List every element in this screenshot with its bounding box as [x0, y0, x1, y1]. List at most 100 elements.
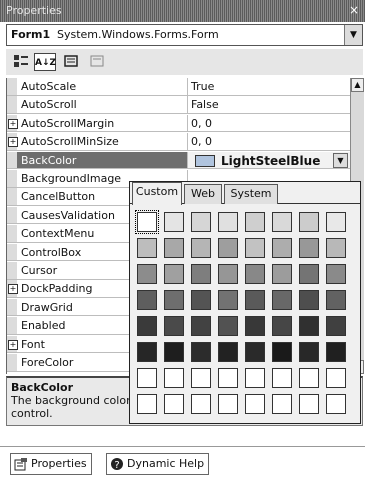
color-swatch[interactable] [218, 394, 238, 414]
color-swatch[interactable] [164, 212, 184, 232]
color-swatch[interactable] [164, 368, 184, 388]
expand-icon[interactable]: + [8, 284, 18, 295]
alphabetical-button[interactable]: A↓Z [34, 53, 56, 71]
color-swatch[interactable] [272, 238, 292, 258]
color-swatch[interactable] [299, 290, 319, 310]
color-swatch[interactable] [326, 290, 346, 310]
events-icon[interactable] [86, 53, 108, 71]
color-swatch[interactable] [191, 342, 211, 362]
color-swatch[interactable] [272, 316, 292, 336]
color-swatch[interactable] [137, 316, 157, 336]
expand-icon[interactable]: + [8, 339, 18, 350]
color-swatch[interactable] [218, 342, 238, 362]
tab-system[interactable]: System [224, 184, 278, 204]
color-swatch[interactable] [191, 394, 211, 414]
color-swatch[interactable] [191, 212, 211, 232]
color-swatch[interactable] [191, 238, 211, 258]
property-row[interactable]: AutoScroll False [7, 96, 350, 114]
color-swatch[interactable] [191, 368, 211, 388]
color-swatch[interactable] [272, 394, 292, 414]
color-swatch[interactable] [137, 368, 157, 388]
color-swatch[interactable] [245, 264, 265, 284]
color-swatch[interactable] [245, 316, 265, 336]
color-swatch[interactable] [245, 342, 265, 362]
object-selector[interactable]: Form1 System.Windows.Forms.Form ▼ [6, 24, 363, 46]
color-swatch[interactable] [164, 394, 184, 414]
color-swatch[interactable] [164, 316, 184, 336]
color-swatch[interactable] [245, 368, 265, 388]
color-swatch[interactable] [299, 342, 319, 362]
color-swatch[interactable] [218, 290, 238, 310]
color-swatch[interactable] [299, 394, 319, 414]
color-swatch[interactable] [164, 264, 184, 284]
color-swatch[interactable] [326, 394, 346, 414]
tab-web[interactable]: Web [184, 184, 222, 204]
color-swatch[interactable] [191, 264, 211, 284]
property-value[interactable]: 0, 0 [191, 135, 212, 148]
column-separator [187, 78, 188, 95]
color-swatch[interactable] [218, 368, 238, 388]
color-swatch[interactable] [299, 212, 319, 232]
properties-icon [14, 458, 27, 471]
color-swatch[interactable] [218, 212, 238, 232]
property-row[interactable]: AutoScale True [7, 78, 350, 96]
color-swatch[interactable] [135, 210, 159, 234]
property-row[interactable]: + AutoScrollMargin 0, 0 [7, 114, 350, 133]
color-swatch[interactable] [326, 212, 346, 232]
categorized-icon[interactable] [10, 53, 32, 71]
color-swatch[interactable] [272, 290, 292, 310]
color-swatch[interactable] [272, 342, 292, 362]
color-swatch[interactable] [245, 238, 265, 258]
color-swatch[interactable] [299, 316, 319, 336]
color-swatch[interactable] [272, 264, 292, 284]
color-picker-popup: Custom Web System [129, 181, 361, 424]
color-swatch[interactable] [245, 290, 265, 310]
close-icon[interactable]: × [347, 3, 361, 17]
color-swatch[interactable] [191, 290, 211, 310]
color-swatch[interactable] [218, 264, 238, 284]
expand-icon[interactable]: + [8, 137, 18, 148]
color-swatch[interactable] [245, 212, 265, 232]
color-swatch[interactable] [245, 394, 265, 414]
property-name: Cursor [21, 264, 58, 277]
property-value[interactable]: False [191, 98, 219, 111]
color-swatch[interactable] [191, 316, 211, 336]
properties-view-icon[interactable] [60, 53, 82, 71]
property-value[interactable]: True [191, 80, 214, 93]
property-value[interactable]: 0, 0 [191, 117, 212, 130]
color-swatch[interactable] [164, 238, 184, 258]
color-swatch[interactable] [137, 394, 157, 414]
color-swatch[interactable] [299, 238, 319, 258]
color-swatch[interactable] [326, 238, 346, 258]
tab-properties[interactable]: Properties [10, 453, 92, 475]
property-name: AutoScrollMinSize [21, 135, 119, 149]
color-swatch[interactable] [272, 368, 292, 388]
property-value: LightSteelBlue [221, 153, 321, 168]
color-swatch[interactable] [218, 238, 238, 258]
expand-icon[interactable]: + [8, 118, 18, 129]
color-swatch[interactable] [164, 342, 184, 362]
tab-custom[interactable]: Custom [132, 182, 182, 205]
property-row[interactable]: ▼ BackColor LightSteelBlue [7, 151, 350, 170]
color-swatch[interactable] [137, 264, 157, 284]
color-swatch[interactable] [272, 212, 292, 232]
tab-dynamic-help[interactable]: ? Dynamic Help [106, 453, 210, 475]
property-name: CancelButton [21, 190, 96, 204]
color-swatch[interactable] [299, 264, 319, 284]
chevron-down-icon[interactable]: ▼ [333, 152, 348, 168]
color-swatch[interactable] [164, 290, 184, 310]
property-name: Enabled [21, 319, 66, 333]
color-swatch[interactable] [137, 290, 157, 310]
color-swatch[interactable] [218, 316, 238, 336]
chevron-down-icon[interactable]: ▼ [344, 25, 362, 45]
color-swatch[interactable] [137, 238, 157, 258]
events-glyph [90, 55, 104, 67]
color-swatch[interactable] [326, 316, 346, 336]
color-swatch[interactable] [326, 368, 346, 388]
property-row[interactable]: + AutoScrollMinSize 0, 0 [7, 133, 350, 151]
color-swatch[interactable] [137, 342, 157, 362]
color-swatch[interactable] [299, 368, 319, 388]
scroll-up-icon[interactable]: ▲ [351, 78, 364, 92]
color-swatch[interactable] [326, 264, 346, 284]
color-swatch[interactable] [326, 342, 346, 362]
